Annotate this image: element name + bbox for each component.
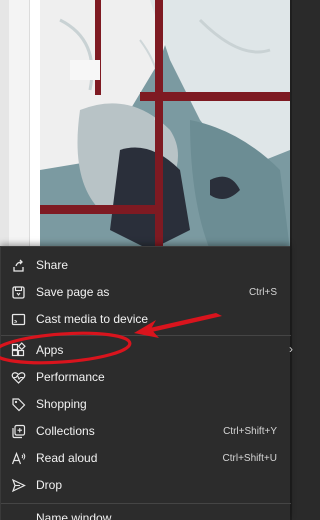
menu-separator [1, 503, 291, 504]
menu-item-read-aloud[interactable]: Read aloud Ctrl+Shift+U [1, 445, 291, 472]
menu-item-collections[interactable]: Collections Ctrl+Shift+Y [1, 418, 291, 445]
keyboard-shortcut: Ctrl+Shift+Y [223, 426, 277, 437]
collections-icon [10, 423, 27, 440]
menu-item-label: Shopping [36, 397, 87, 411]
menu-item-label: Name window... [36, 511, 121, 520]
page-left-margin [0, 0, 30, 250]
keyboard-shortcut: Ctrl+S [248, 287, 277, 298]
cast-icon [10, 311, 27, 328]
menu-separator [1, 335, 291, 336]
menu-item-share[interactable]: Share [1, 252, 291, 279]
menu-item-performance[interactable]: Performance [1, 364, 291, 391]
menu-item-label: Read aloud [36, 451, 98, 465]
menu-item-save-page-as[interactable]: Save page as Ctrl+S [1, 279, 291, 306]
menu-item-shopping[interactable]: Shopping [1, 391, 291, 418]
menu-item-name-window[interactable]: Name window... [1, 505, 291, 520]
webpage-background [0, 0, 292, 250]
save-page-icon [10, 284, 27, 301]
submenu-chevron-icon: › [289, 342, 293, 356]
menu-item-label: Performance [36, 370, 105, 384]
menu-item-label: Cast media to device [36, 312, 149, 326]
read-aloud-icon [10, 450, 27, 467]
shopping-tag-icon [10, 396, 27, 413]
performance-heart-icon [10, 369, 27, 386]
menu-item-label: Collections [36, 424, 95, 438]
browser-more-menu: Share Save page as Ctrl+S Cast media to … [0, 246, 293, 520]
apps-icon [10, 342, 27, 359]
menu-item-label: Drop [36, 478, 63, 492]
share-icon [10, 257, 27, 274]
menu-item-drop[interactable]: Drop [1, 472, 291, 499]
menu-item-cast-media[interactable]: Cast media to device [1, 306, 291, 333]
menu-item-apps[interactable]: Apps › [1, 337, 293, 364]
menu-item-label: Save page as [36, 285, 110, 299]
menu-item-label: Apps [36, 343, 64, 357]
drop-send-icon [10, 477, 27, 494]
menu-item-label: Share [36, 258, 69, 272]
anime-artwork-image[interactable] [40, 0, 290, 250]
keyboard-shortcut: Ctrl+Shift+U [222, 453, 277, 464]
